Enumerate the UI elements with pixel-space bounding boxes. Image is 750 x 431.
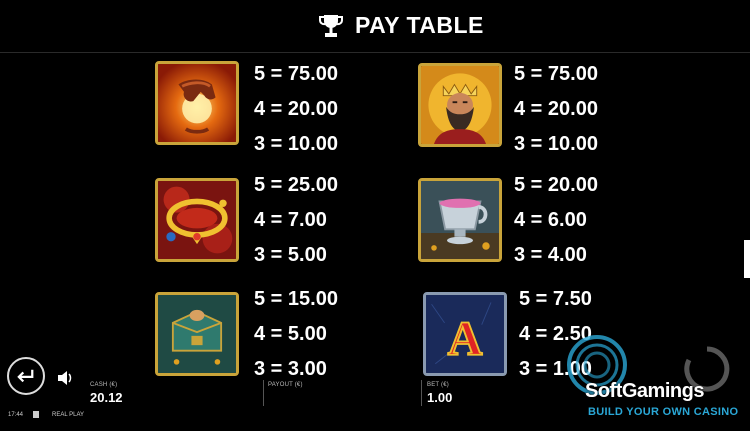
pays-chest: 5 = 15.00 4 = 5.00 3 = 3.00	[254, 288, 338, 380]
symbol-king	[418, 63, 502, 147]
play-mode: REAL PLAY	[52, 412, 85, 418]
speaker-icon[interactable]	[57, 370, 75, 386]
cash-label: CASH (€)	[90, 382, 118, 388]
payout-label: PAYOUT (€)	[268, 382, 303, 388]
header-bar: PAY TABLE	[0, 0, 750, 53]
pays-goblet: 5 = 20.00 4 = 6.00 3 = 4.00	[514, 174, 598, 266]
watermark-tagline: BUILD YOUR OWN CASINO	[588, 406, 739, 418]
watermark-brand: SoftGamings	[585, 380, 704, 402]
divider	[421, 380, 422, 406]
symbol-letter-a: A	[423, 292, 507, 376]
pays-necklace: 5 = 25.00 4 = 7.00 3 = 5.00	[254, 174, 338, 266]
clock-time: 17:44	[8, 412, 24, 418]
bet-value: 1.00	[427, 390, 453, 405]
back-button[interactable]	[7, 357, 45, 395]
cash-value: 20.12	[90, 390, 123, 405]
scroll-handle[interactable]	[744, 240, 750, 278]
symbol-hand-fire	[155, 61, 239, 145]
menu-icon[interactable]	[33, 411, 39, 418]
divider	[263, 380, 264, 406]
trophy-icon	[319, 15, 343, 37]
symbol-chest	[155, 292, 239, 376]
symbol-necklace	[155, 178, 239, 262]
symbol-letter-a-glyph: A	[448, 312, 483, 365]
pays-hand-fire: 5 = 75.00 4 = 20.00 3 = 10.00	[254, 63, 338, 155]
page-title: PAY TABLE	[355, 12, 484, 38]
return-arrow-icon	[17, 369, 34, 383]
bet-label: BET (€)	[427, 382, 449, 388]
symbol-goblet	[418, 178, 502, 262]
pays-king: 5 = 75.00 4 = 20.00 3 = 10.00	[514, 63, 598, 155]
